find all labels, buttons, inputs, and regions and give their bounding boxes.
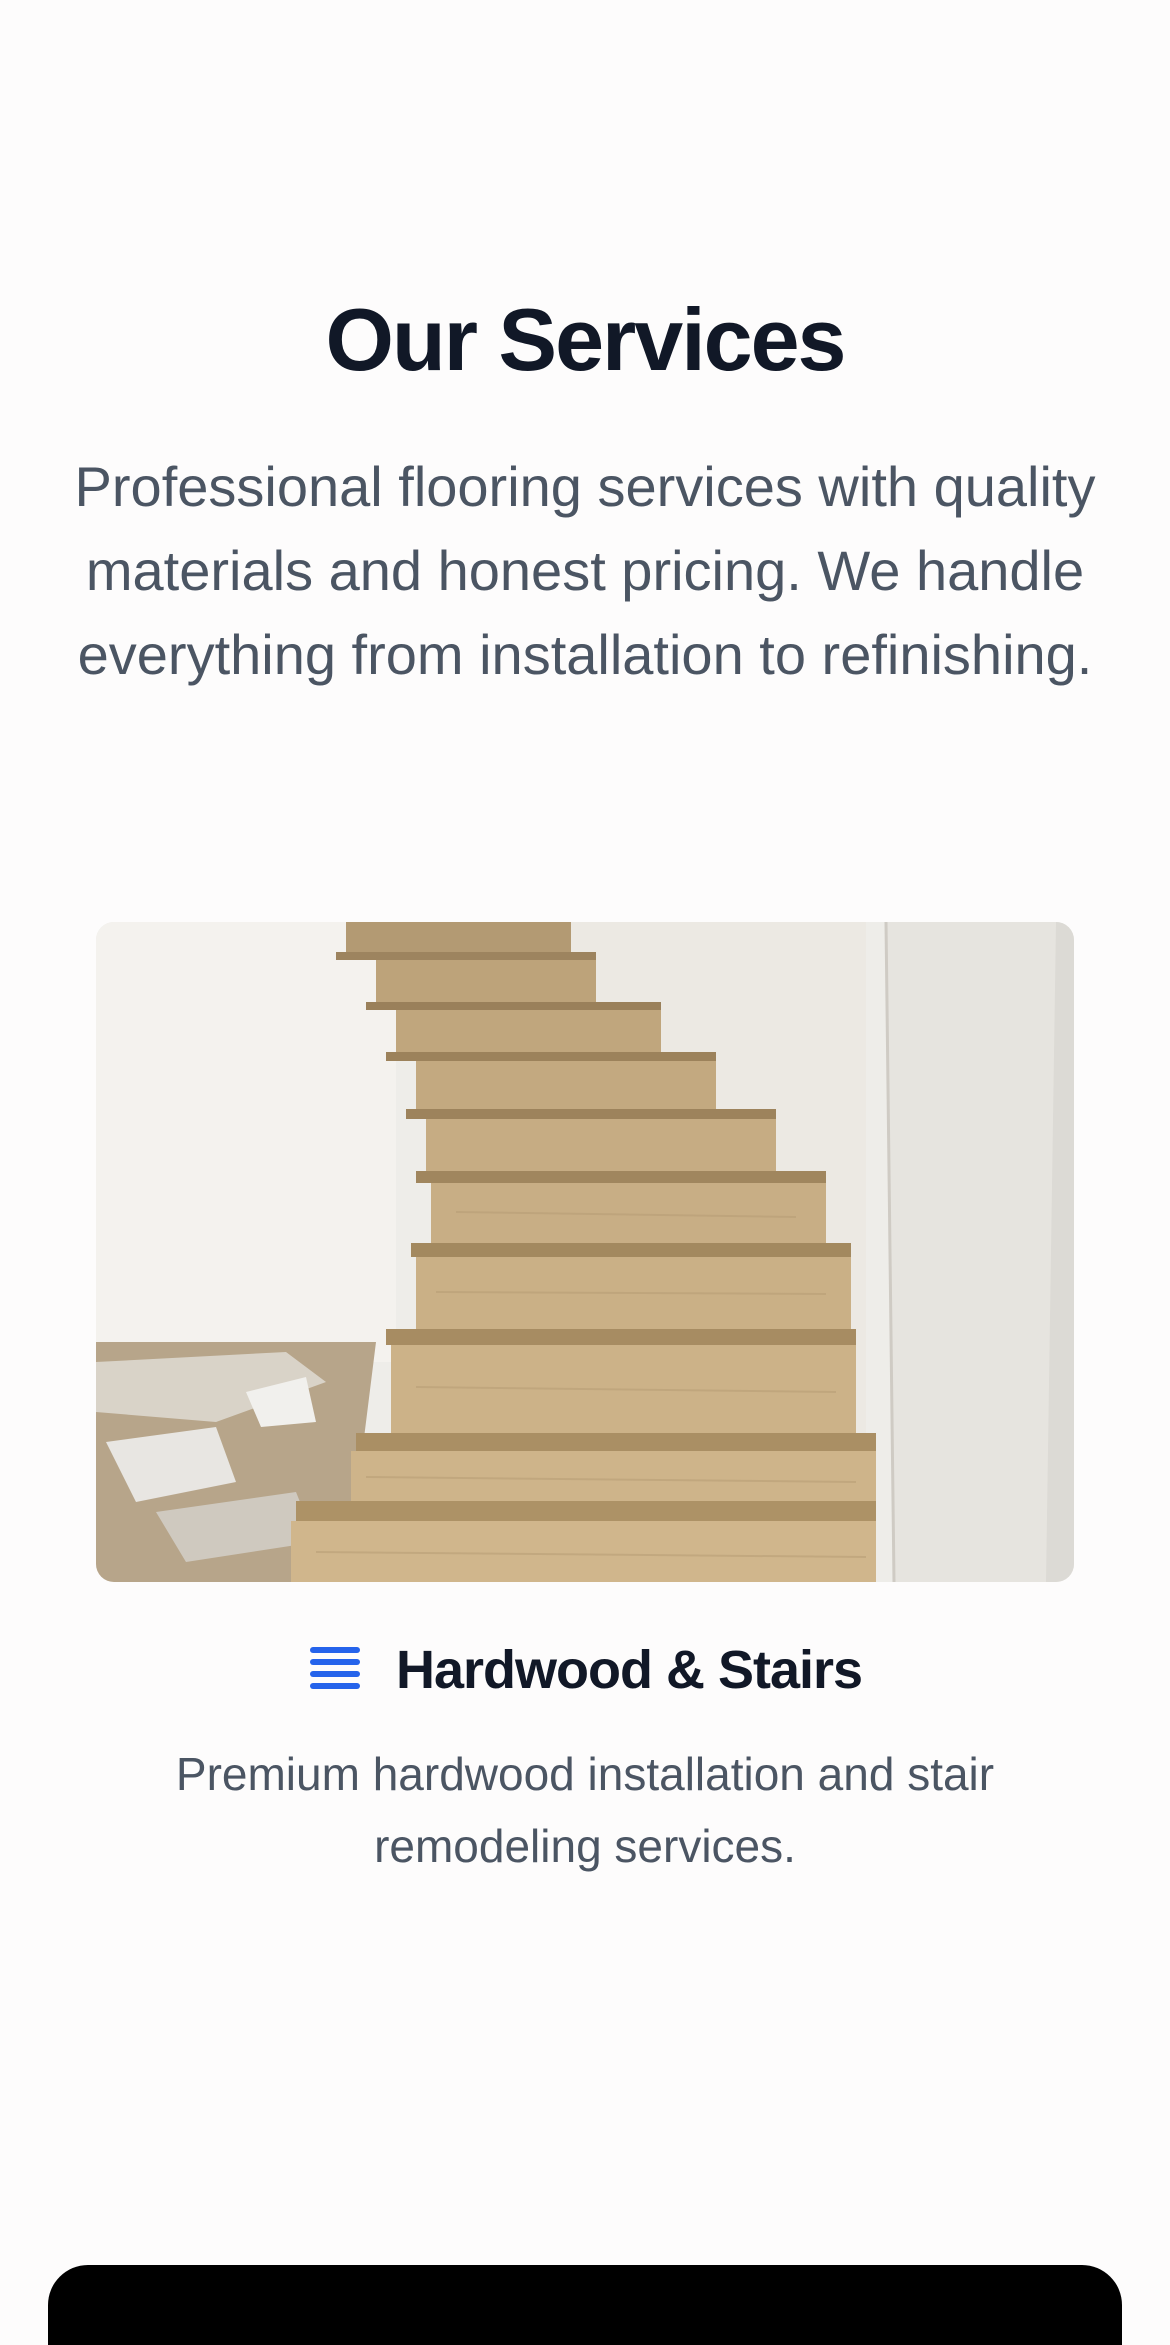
service-card-description: Premium hardwood installation and stair … (175, 1748, 995, 1872)
list-icon (309, 1647, 360, 1689)
bottom-bar[interactable] (48, 2265, 1122, 2345)
section-title: Our Services (325, 290, 847, 389)
section-intro: Professional flooring services with qual… (74, 455, 1096, 686)
service-card-title: Hardwood & Stairs (395, 1640, 863, 1700)
services-section: Our Services Professional flooring servi… (0, 0, 1170, 2345)
service-card-image (96, 922, 1074, 1582)
service-card-heading: Hardwood & Stairs (0, 1632, 1170, 1708)
